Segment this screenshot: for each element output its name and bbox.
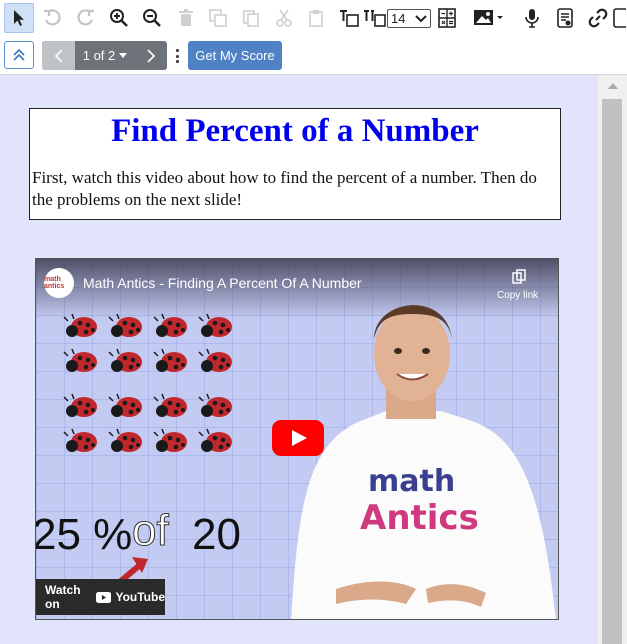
previous-page-button[interactable] — [42, 41, 75, 70]
font-size-select[interactable]: 14 — [387, 9, 431, 28]
watch-on-youtube-button[interactable]: Watch on YouTube — [36, 579, 165, 615]
microphone-icon[interactable] — [517, 3, 547, 33]
navigation-bar: 1 of 2 Get My Score — [0, 38, 627, 75]
chevron-right-icon — [147, 48, 156, 63]
chevron-left-icon — [54, 48, 63, 63]
more-tools-icon[interactable] — [612, 3, 627, 33]
duplicate-icon[interactable] — [203, 3, 233, 33]
note-icon[interactable] — [550, 3, 580, 33]
scroll-up-arrow-icon — [607, 83, 618, 89]
chevron-down-icon — [415, 15, 427, 23]
collapse-toolbar-button[interactable] — [4, 41, 34, 69]
pointer-tool-icon[interactable] — [4, 3, 34, 33]
copy-link-icon[interactable] — [512, 269, 526, 285]
slide-instructions: First, watch this video about how to fin… — [32, 168, 537, 209]
zoom-out-icon[interactable] — [137, 3, 167, 33]
page-navigator: 1 of 2 — [42, 41, 167, 70]
youtube-logo-icon — [96, 591, 112, 603]
copy-icon[interactable] — [236, 3, 266, 33]
more-options-icon[interactable] — [174, 49, 180, 63]
font-size-value: 14 — [391, 11, 406, 26]
page-indicator: 1 of 2 — [82, 48, 116, 63]
shirt-text-top: math — [368, 464, 455, 499]
insert-image-icon[interactable] — [470, 3, 506, 33]
delete-icon[interactable] — [171, 3, 201, 33]
editor-toolbar: 14 — [0, 0, 627, 38]
video-title-link[interactable]: Math Antics - Finding A Percent Of A Num… — [83, 275, 362, 291]
youtube-label: YouTube — [115, 590, 165, 604]
channel-logo[interactable]: math antics — [44, 268, 74, 298]
equation-right: 20 — [192, 510, 241, 559]
get-my-score-button[interactable]: Get My Score — [188, 41, 282, 70]
calculator-icon[interactable] — [432, 3, 462, 33]
equation-of: of — [132, 506, 169, 555]
page-selector[interactable]: 1 of 2 — [75, 41, 135, 70]
embedded-video-player[interactable]: 25 % of 20 math Antics math antics Math … — [35, 258, 559, 620]
link-icon[interactable] — [583, 3, 613, 33]
zoom-in-icon[interactable] — [104, 3, 134, 33]
redo-icon[interactable] — [71, 3, 101, 33]
watch-on-label: Watch on — [45, 583, 81, 611]
copy-link-label[interactable]: Copy link — [497, 290, 538, 301]
equation-left: 25 % — [36, 510, 132, 559]
cut-icon[interactable] — [269, 3, 299, 33]
slide-title: Find Percent of a Number — [111, 113, 479, 149]
play-button-icon[interactable] — [272, 420, 324, 456]
double-chevron-up-icon — [13, 48, 25, 61]
vertical-scrollbar[interactable] — [598, 75, 627, 644]
undo-icon[interactable] — [37, 3, 67, 33]
paste-icon[interactable] — [301, 3, 331, 33]
slide-text-box[interactable]: Find Percent of a Number First, watch th… — [29, 108, 561, 220]
slide-canvas: Find Percent of a Number First, watch th… — [0, 75, 598, 644]
next-page-button[interactable] — [135, 41, 167, 70]
scroll-up-button[interactable] — [598, 75, 627, 97]
shirt-text-bottom: Antics — [360, 498, 479, 538]
send-backward-icon[interactable] — [360, 3, 390, 33]
caret-down-icon — [119, 52, 128, 58]
scrollbar-thumb[interactable] — [602, 99, 622, 644]
